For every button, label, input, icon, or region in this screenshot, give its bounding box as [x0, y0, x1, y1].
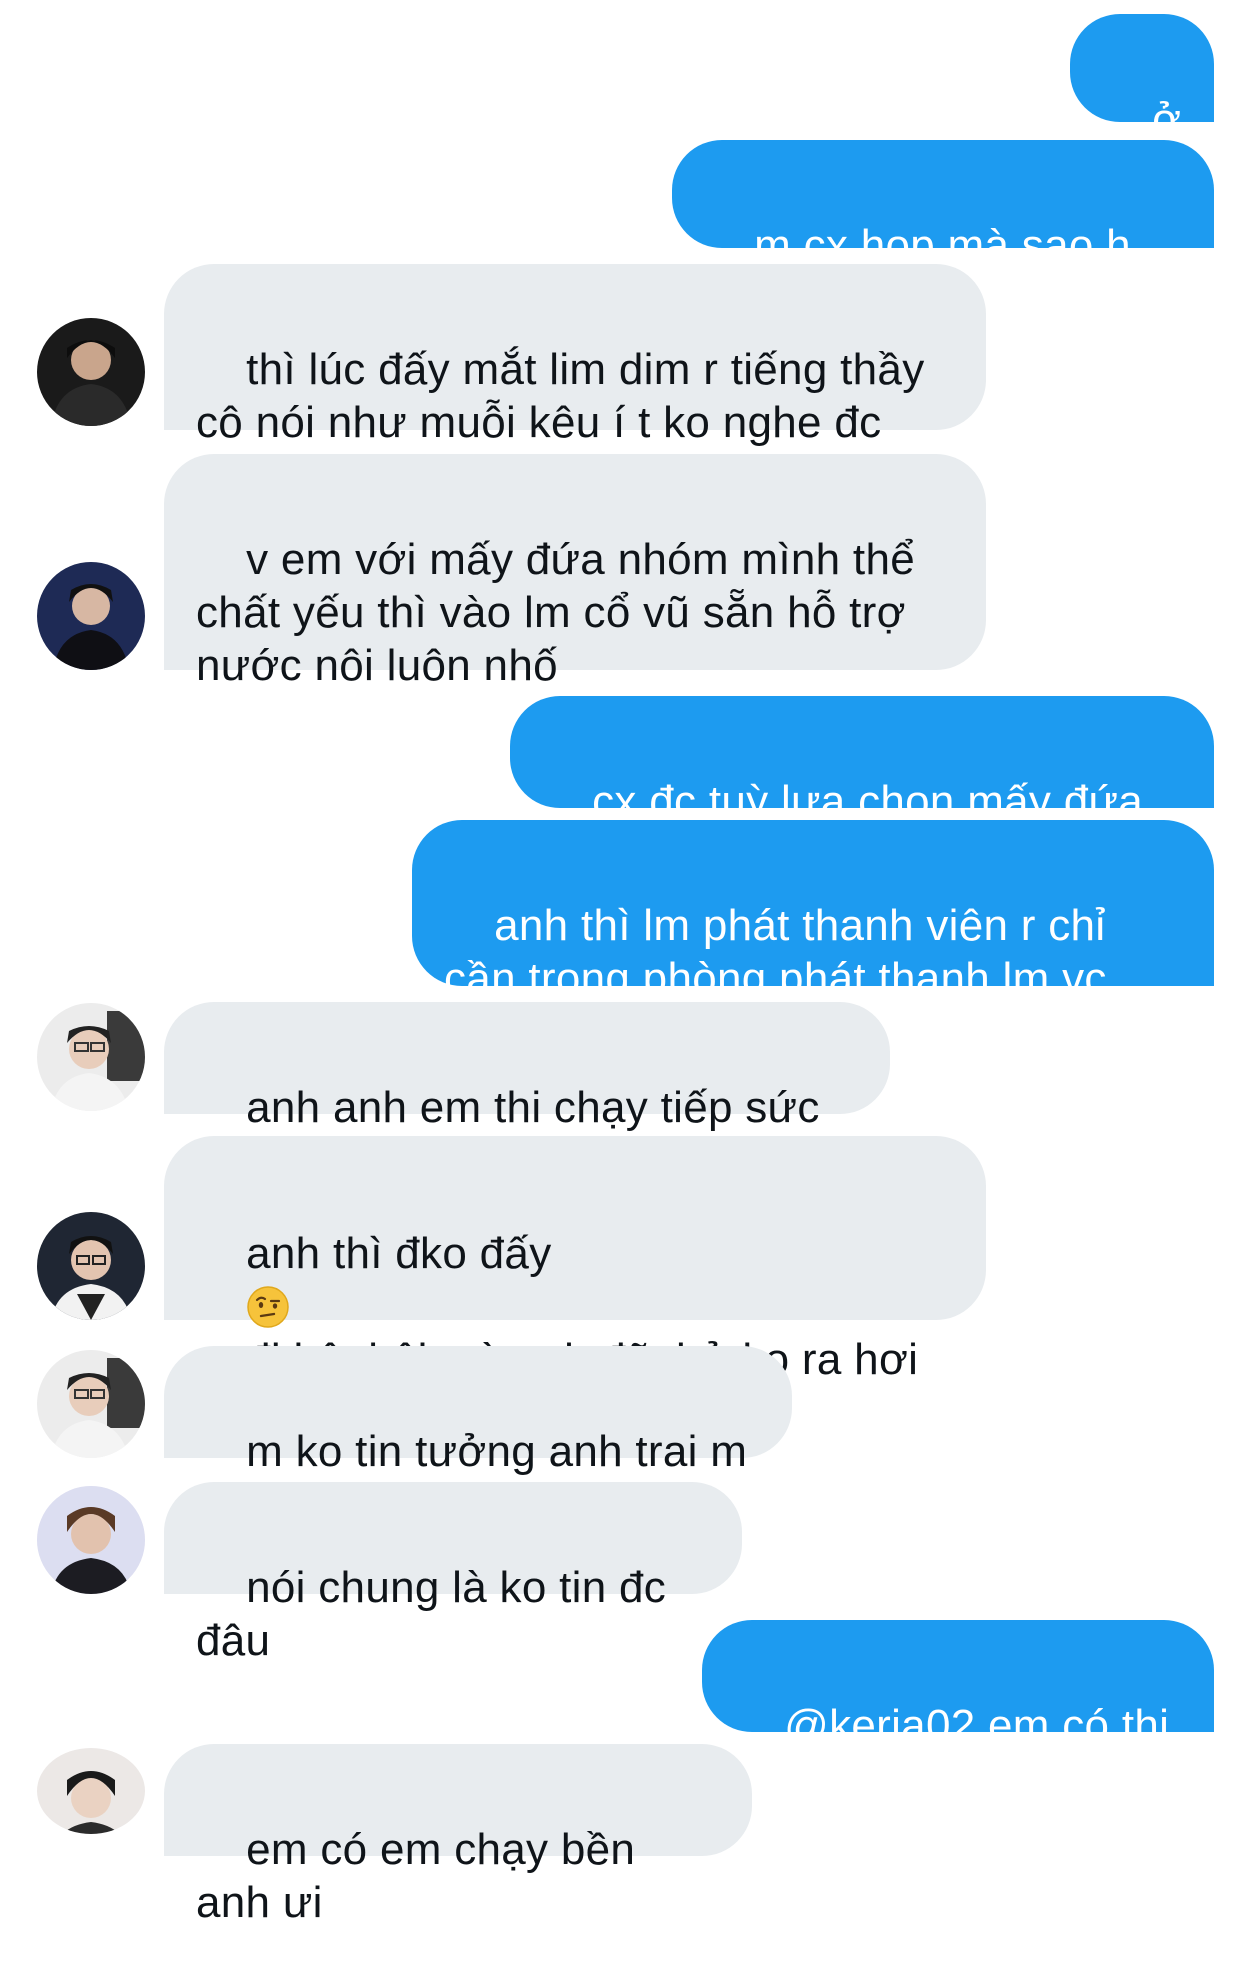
- avatar[interactable]: [37, 1212, 145, 1320]
- avatar[interactable]: [37, 562, 145, 670]
- avatar[interactable]: [37, 318, 145, 426]
- message-bubble-outgoing[interactable]: anh thì lm phát thanh viên r chỉ cần tro…: [412, 820, 1214, 1056]
- avatar[interactable]: [37, 1350, 145, 1458]
- message-bubble-incoming[interactable]: anh anh em thi chạy tiếp sức đko: [164, 1002, 890, 1185]
- message-bubble-outgoing[interactable]: @keria02 em có thi ko: [702, 1620, 1214, 1803]
- message-bubble-incoming[interactable]: v em với mấy đứa nhóm mình thể chất yếu …: [164, 454, 986, 690]
- message-bubble-incoming[interactable]: thì lúc đấy mắt lim dim r tiếng thầy cô …: [164, 264, 986, 447]
- message-text: thì lúc đấy mắt lim dim r tiếng thầy cô …: [196, 345, 938, 447]
- conversation-thread: ở đr m cx họp mà sao h hỏi t thì lúc đấy…: [0, 0, 1242, 1927]
- message-text: @keria02 em có thi ko: [734, 1701, 1182, 1803]
- message-bubble-outgoing[interactable]: ở đr: [1070, 14, 1214, 197]
- avatar[interactable]: [37, 1748, 145, 1834]
- message-text: anh thì đko đấy: [246, 1229, 552, 1278]
- avatar[interactable]: [37, 1003, 145, 1111]
- message-bubble-outgoing[interactable]: cx đc tuỳ lựa chọn mấy đứa thôi: [510, 696, 1214, 879]
- message-text: nói chung là ko tin đc đâu: [196, 1563, 679, 1665]
- avatar[interactable]: [37, 1486, 145, 1594]
- message-bubble-outgoing[interactable]: m cx họp mà sao h hỏi t: [672, 140, 1214, 323]
- message-bubble-incoming[interactable]: em có em chạy bền anh ưi: [164, 1744, 752, 1927]
- message-text: em có em chạy bền anh ưi: [196, 1825, 648, 1927]
- face-with-raised-eyebrow-icon: [247, 1286, 289, 1328]
- message-bubble-incoming[interactable]: nói chung là ko tin đc đâu: [164, 1482, 742, 1665]
- message-bubble-incoming[interactable]: anh thì đko đấy đi bộ thôi mà anh đã thở…: [164, 1136, 986, 1437]
- message-text: v em với mấy đứa nhóm mình thể chất yếu …: [196, 535, 928, 690]
- message-bubble-incoming[interactable]: m ko tin tưởng anh trai m à ?: [164, 1346, 792, 1529]
